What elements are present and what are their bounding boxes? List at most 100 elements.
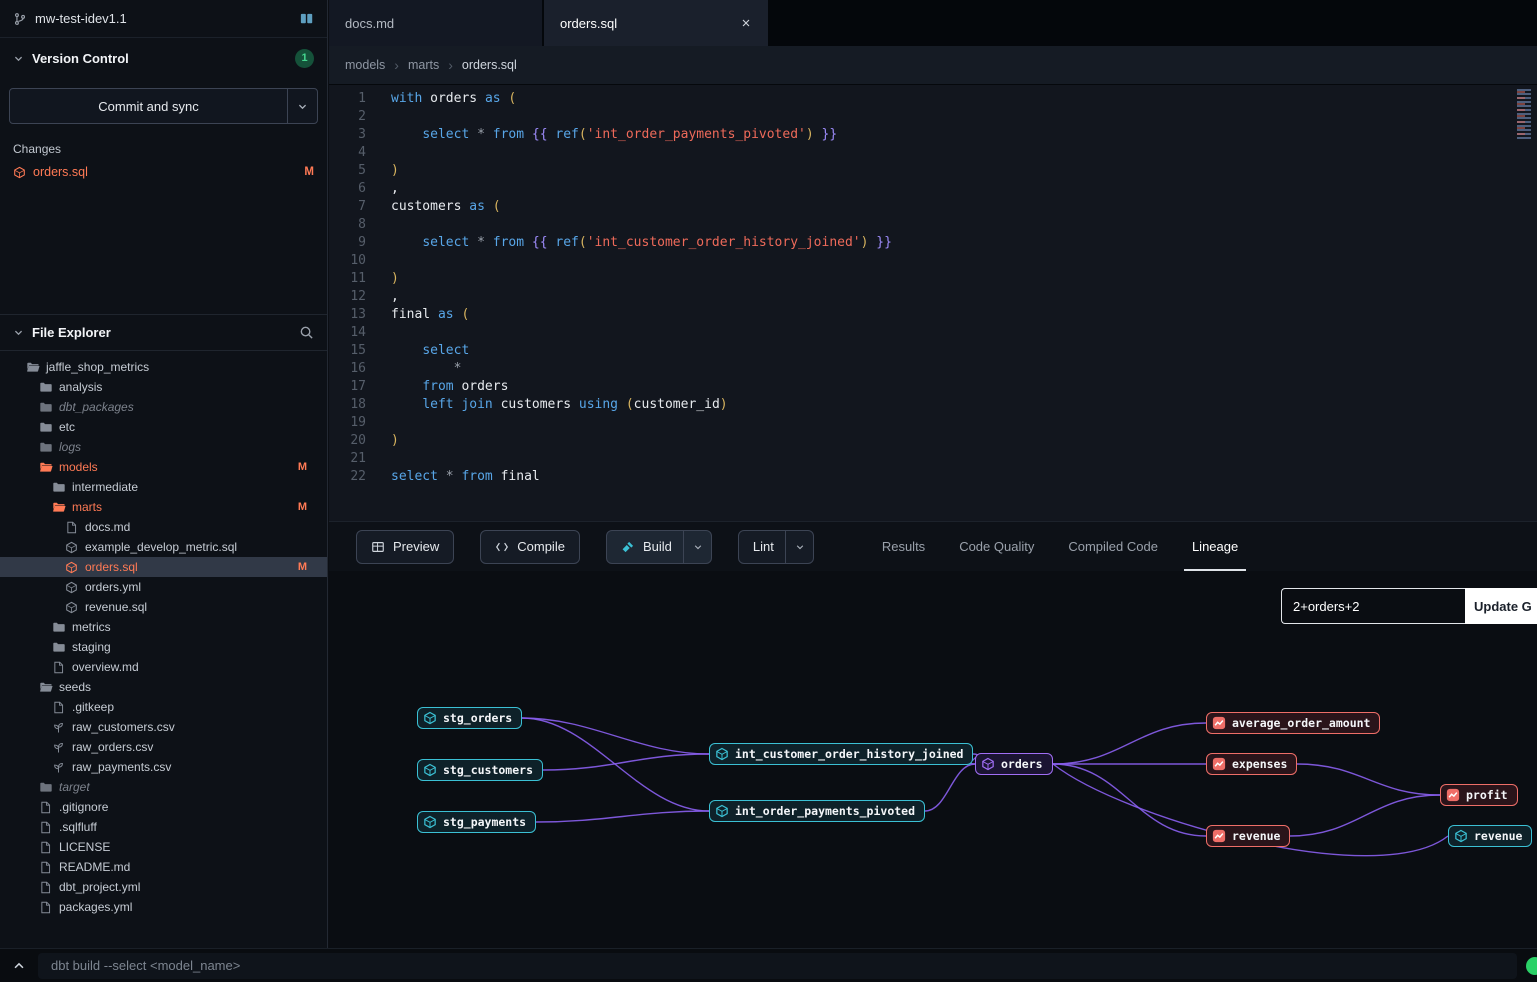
tree-item-models[interactable]: modelsM xyxy=(0,457,327,477)
code-content[interactable]: with orders as ( select * from {{ ref('i… xyxy=(391,90,892,521)
tree-item-intermediate[interactable]: intermediate xyxy=(0,477,327,497)
tree-item-label: example_develop_metric.sql xyxy=(85,540,237,554)
lineage-selector-input[interactable] xyxy=(1281,588,1465,624)
update-graph-button[interactable]: Update G xyxy=(1465,588,1537,624)
commit-and-sync-button[interactable]: Commit and sync xyxy=(9,88,318,124)
modified-badge: M xyxy=(298,461,307,473)
tree-item-label: jaffle_shop_metrics xyxy=(46,360,149,374)
folder-icon xyxy=(39,780,53,794)
tree-item-target[interactable]: target xyxy=(0,777,327,797)
lineage-node-revenue[interactable]: revenue xyxy=(1448,825,1532,847)
lineage-node-average_order_amount[interactable]: average_order_amount xyxy=(1206,712,1380,734)
tree-item-orders.sql[interactable]: orders.sql M xyxy=(0,557,327,577)
lint-options-caret[interactable] xyxy=(785,531,805,563)
tree-item-packages.yml[interactable]: packages.yml xyxy=(0,897,327,917)
code-editor[interactable]: 12345678910111213141516171819202122 with… xyxy=(329,85,1537,521)
tree-item-label: dbt_packages xyxy=(59,400,134,414)
lineage-node-expenses[interactable]: expenses xyxy=(1206,753,1297,775)
tree-item-label: metrics xyxy=(72,620,111,634)
lineage-dag: stg_orders stg_customers stg_payments int_c… xyxy=(329,571,1537,948)
tree-item-label: orders.sql xyxy=(85,560,138,574)
tree-item-label: logs xyxy=(59,440,81,454)
tree-item-.gitkeep[interactable]: .gitkeep xyxy=(0,697,327,717)
panel-layout-icon[interactable] xyxy=(299,11,314,26)
cube-icon xyxy=(65,580,79,594)
tree-item-jaffle_shop_metrics[interactable]: jaffle_shop_metrics xyxy=(0,357,327,377)
breadcrumb-marts[interactable]: marts xyxy=(408,58,439,72)
tab-code-quality[interactable]: Code Quality xyxy=(959,522,1034,571)
tree-item-raw_customers.csv[interactable]: raw_customers.csv xyxy=(0,717,327,737)
tree-item-label: packages.yml xyxy=(59,900,132,914)
chevron-down-icon xyxy=(13,53,24,64)
tree-item-dbt_packages[interactable]: dbt_packages xyxy=(0,397,327,417)
search-icon[interactable] xyxy=(299,325,314,340)
tree-item-metrics[interactable]: metrics xyxy=(0,617,327,637)
tree-item-raw_payments.csv[interactable]: raw_payments.csv xyxy=(0,757,327,777)
tree-item-docs.md[interactable]: docs.md xyxy=(0,517,327,537)
preview-button[interactable]: Preview xyxy=(356,530,454,564)
tree-item-.sqlfluff[interactable]: .sqlfluff xyxy=(0,817,327,837)
file-explorer-header[interactable]: File Explorer xyxy=(0,314,327,351)
tree-item-etc[interactable]: etc xyxy=(0,417,327,437)
chevron-up-icon[interactable] xyxy=(0,959,38,973)
tree-item-marts[interactable]: martsM xyxy=(0,497,327,517)
sidebar: mw-test-idev1.1 Version Control 1 Commit… xyxy=(0,0,328,948)
tree-item-staging[interactable]: staging xyxy=(0,637,327,657)
commit-options-caret[interactable] xyxy=(287,89,317,123)
tree-item-label: LICENSE xyxy=(59,840,110,854)
lineage-node-int_order_payments_pivoted[interactable]: int_order_payments_pivoted xyxy=(709,800,925,822)
close-icon[interactable] xyxy=(740,17,752,29)
tree-item-label: docs.md xyxy=(85,520,130,534)
tab-lineage[interactable]: Lineage xyxy=(1192,522,1238,571)
folder-open-icon xyxy=(52,500,66,514)
build-button[interactable]: Build xyxy=(606,530,712,564)
table-icon xyxy=(371,540,385,554)
git-branch-icon xyxy=(13,12,27,26)
tree-item-overview.md[interactable]: overview.md xyxy=(0,657,327,677)
tree-item-seeds[interactable]: seeds xyxy=(0,677,327,697)
results-tabs: Results Code Quality Compiled Code Linea… xyxy=(882,522,1238,571)
tree-item-LICENSE[interactable]: LICENSE xyxy=(0,837,327,857)
breadcrumb-models[interactable]: models xyxy=(345,58,385,72)
tree-item-README.md[interactable]: README.md xyxy=(0,857,327,877)
folder-open-icon xyxy=(39,680,53,694)
file-icon xyxy=(65,520,79,534)
lineage-node-label: stg_customers xyxy=(443,763,533,777)
dbt-command-input[interactable] xyxy=(38,953,1517,979)
tree-item-orders.yml[interactable]: orders.yml xyxy=(0,577,327,597)
cube-icon xyxy=(65,560,79,574)
tree-item-example_develop_metric.sql[interactable]: example_develop_metric.sql xyxy=(0,537,327,557)
tab-results[interactable]: Results xyxy=(882,522,925,571)
changed-file-row[interactable]: orders.sql M xyxy=(0,162,327,182)
cube-icon xyxy=(65,600,79,614)
line-numbers: 12345678910111213141516171819202122 xyxy=(329,90,379,521)
lineage-node-label: int_customer_order_history_joined xyxy=(735,747,963,761)
tab-docs-md[interactable]: docs.md xyxy=(329,0,542,46)
tree-item-.gitignore[interactable]: .gitignore xyxy=(0,797,327,817)
lineage-node-stg_customers[interactable]: stg_customers xyxy=(417,759,543,781)
modified-badge: M xyxy=(298,561,307,573)
version-control-header[interactable]: Version Control 1 xyxy=(0,38,327,78)
lineage-node-stg_payments[interactable]: stg_payments xyxy=(417,811,536,833)
tree-item-raw_orders.csv[interactable]: raw_orders.csv xyxy=(0,737,327,757)
tree-item-analysis[interactable]: analysis xyxy=(0,377,327,397)
tree-item-revenue.sql[interactable]: revenue.sql xyxy=(0,597,327,617)
lineage-node-int_customer_order_history_joined[interactable]: int_customer_order_history_joined xyxy=(709,743,973,765)
tab-orders-sql[interactable]: orders.sql xyxy=(544,0,768,46)
lineage-node-profit[interactable]: profit xyxy=(1440,784,1518,806)
tree-item-dbt_project.yml[interactable]: dbt_project.yml xyxy=(0,877,327,897)
lint-button[interactable]: Lint xyxy=(738,530,814,564)
tab-compiled-code[interactable]: Compiled Code xyxy=(1068,522,1158,571)
tree-item-logs[interactable]: logs xyxy=(0,437,327,457)
breadcrumb: models › marts › orders.sql xyxy=(329,46,1537,85)
lineage-node-stg_orders[interactable]: stg_orders xyxy=(417,707,522,729)
minimap[interactable] xyxy=(1517,89,1535,161)
build-options-caret[interactable] xyxy=(683,531,703,563)
main-panel: docs.md orders.sql models › marts › orde… xyxy=(329,0,1537,948)
lineage-node-label: stg_payments xyxy=(443,815,526,829)
branch-name: mw-test-idev1.1 xyxy=(35,11,127,26)
compile-button[interactable]: Compile xyxy=(480,530,580,564)
tree-item-label: etc xyxy=(59,420,75,434)
lineage-node-orders[interactable]: orders xyxy=(975,753,1053,775)
lineage-node-revenue[interactable]: revenue xyxy=(1206,825,1290,847)
